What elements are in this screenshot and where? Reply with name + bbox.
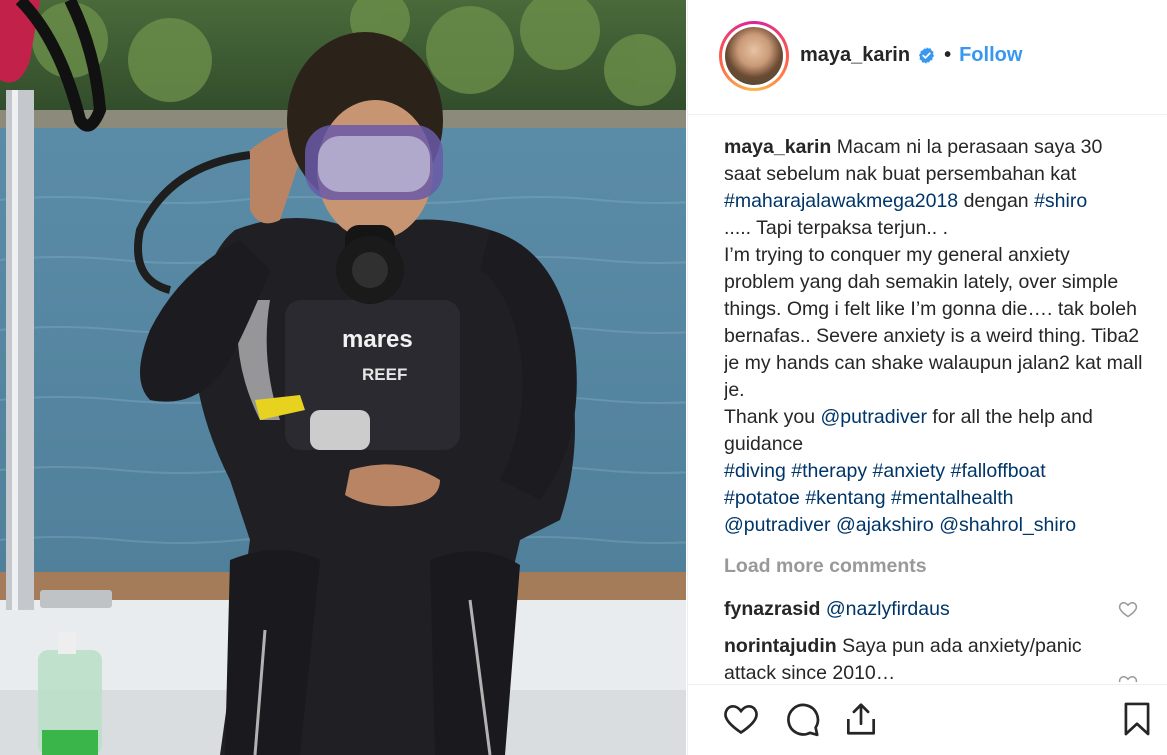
caption-text-5a: Thank you xyxy=(724,406,821,428)
wetsuit-brand-text: mares xyxy=(342,326,413,353)
hashtag-shiro[interactable]: #shiro xyxy=(1034,190,1087,212)
hashtag-potatoe[interactable]: #potatoe xyxy=(724,487,800,509)
post-action-bar xyxy=(688,684,1167,755)
bookmark-icon[interactable] xyxy=(1118,700,1156,738)
caption-text-3: ..... Tapi terpaksa terjun.. . xyxy=(724,217,949,239)
hashtag-diving[interactable]: #diving xyxy=(724,460,786,482)
caption-text-4: I’m trying to conquer my general anxiety… xyxy=(724,244,1143,401)
comment-bubble-icon[interactable] xyxy=(783,700,821,738)
share-icon[interactable] xyxy=(842,700,880,738)
post-caption: maya_karin Macam ni la perasaan saya 30 … xyxy=(724,134,1144,539)
follow-button[interactable]: Follow xyxy=(959,44,1022,67)
mention-shahrol-shiro[interactable]: @shahrol_shiro xyxy=(939,514,1076,536)
load-more-comments-button[interactable]: Load more comments xyxy=(724,555,1144,578)
hashtag-anxiety[interactable]: #anxiety xyxy=(873,460,946,482)
caption-author[interactable]: maya_karin xyxy=(724,136,831,158)
header-separator: • xyxy=(944,44,952,66)
comment-author[interactable]: fynazrasid xyxy=(724,598,820,620)
avatar-image xyxy=(725,27,783,85)
post-username[interactable]: maya_karin xyxy=(800,44,910,67)
avatar[interactable] xyxy=(719,21,789,91)
caption-text-2: dengan xyxy=(958,190,1035,212)
hashtag-maharajalawakmega2018[interactable]: #maharajalawakmega2018 xyxy=(724,190,958,212)
comment-item: norintajudin Saya pun ada anxiety/panic … xyxy=(724,633,1144,682)
comment-like-heart-icon[interactable] xyxy=(1118,599,1138,619)
post-video-frame: mares REEF xyxy=(0,0,686,755)
post-side-panel: maya_karin • Follow maya_karin Macam ni … xyxy=(687,0,1167,755)
comment-item: fynazrasid @nazlyfirdaus xyxy=(724,596,1144,623)
comment-like-heart-icon[interactable] xyxy=(1118,673,1138,682)
comment-mention[interactable]: @nazlyfirdaus xyxy=(826,598,950,620)
post-header: maya_karin • Follow xyxy=(688,0,1167,115)
verified-badge-icon xyxy=(919,47,935,64)
comments-list[interactable]: maya_karin Macam ni la perasaan saya 30 … xyxy=(724,134,1144,682)
hashtag-therapy[interactable]: #therapy xyxy=(791,460,867,482)
hashtag-mentalhealth[interactable]: #mentalhealth xyxy=(891,487,1014,509)
username-row: maya_karin • Follow xyxy=(800,44,1022,67)
mention-ajakshiro[interactable]: @ajakshiro xyxy=(836,514,934,536)
comment-author[interactable]: norintajudin xyxy=(724,635,837,657)
hashtag-falloffboat[interactable]: #falloffboat xyxy=(951,460,1046,482)
hashtag-kentang[interactable]: #kentang xyxy=(805,487,885,509)
mention-putradiver-2[interactable]: @putradiver xyxy=(724,514,831,536)
mention-putradiver[interactable]: @putradiver xyxy=(820,406,927,428)
post-video[interactable]: mares REEF xyxy=(0,0,686,755)
wetsuit-model-text: REEF xyxy=(362,365,407,384)
heart-icon[interactable] xyxy=(722,700,760,738)
